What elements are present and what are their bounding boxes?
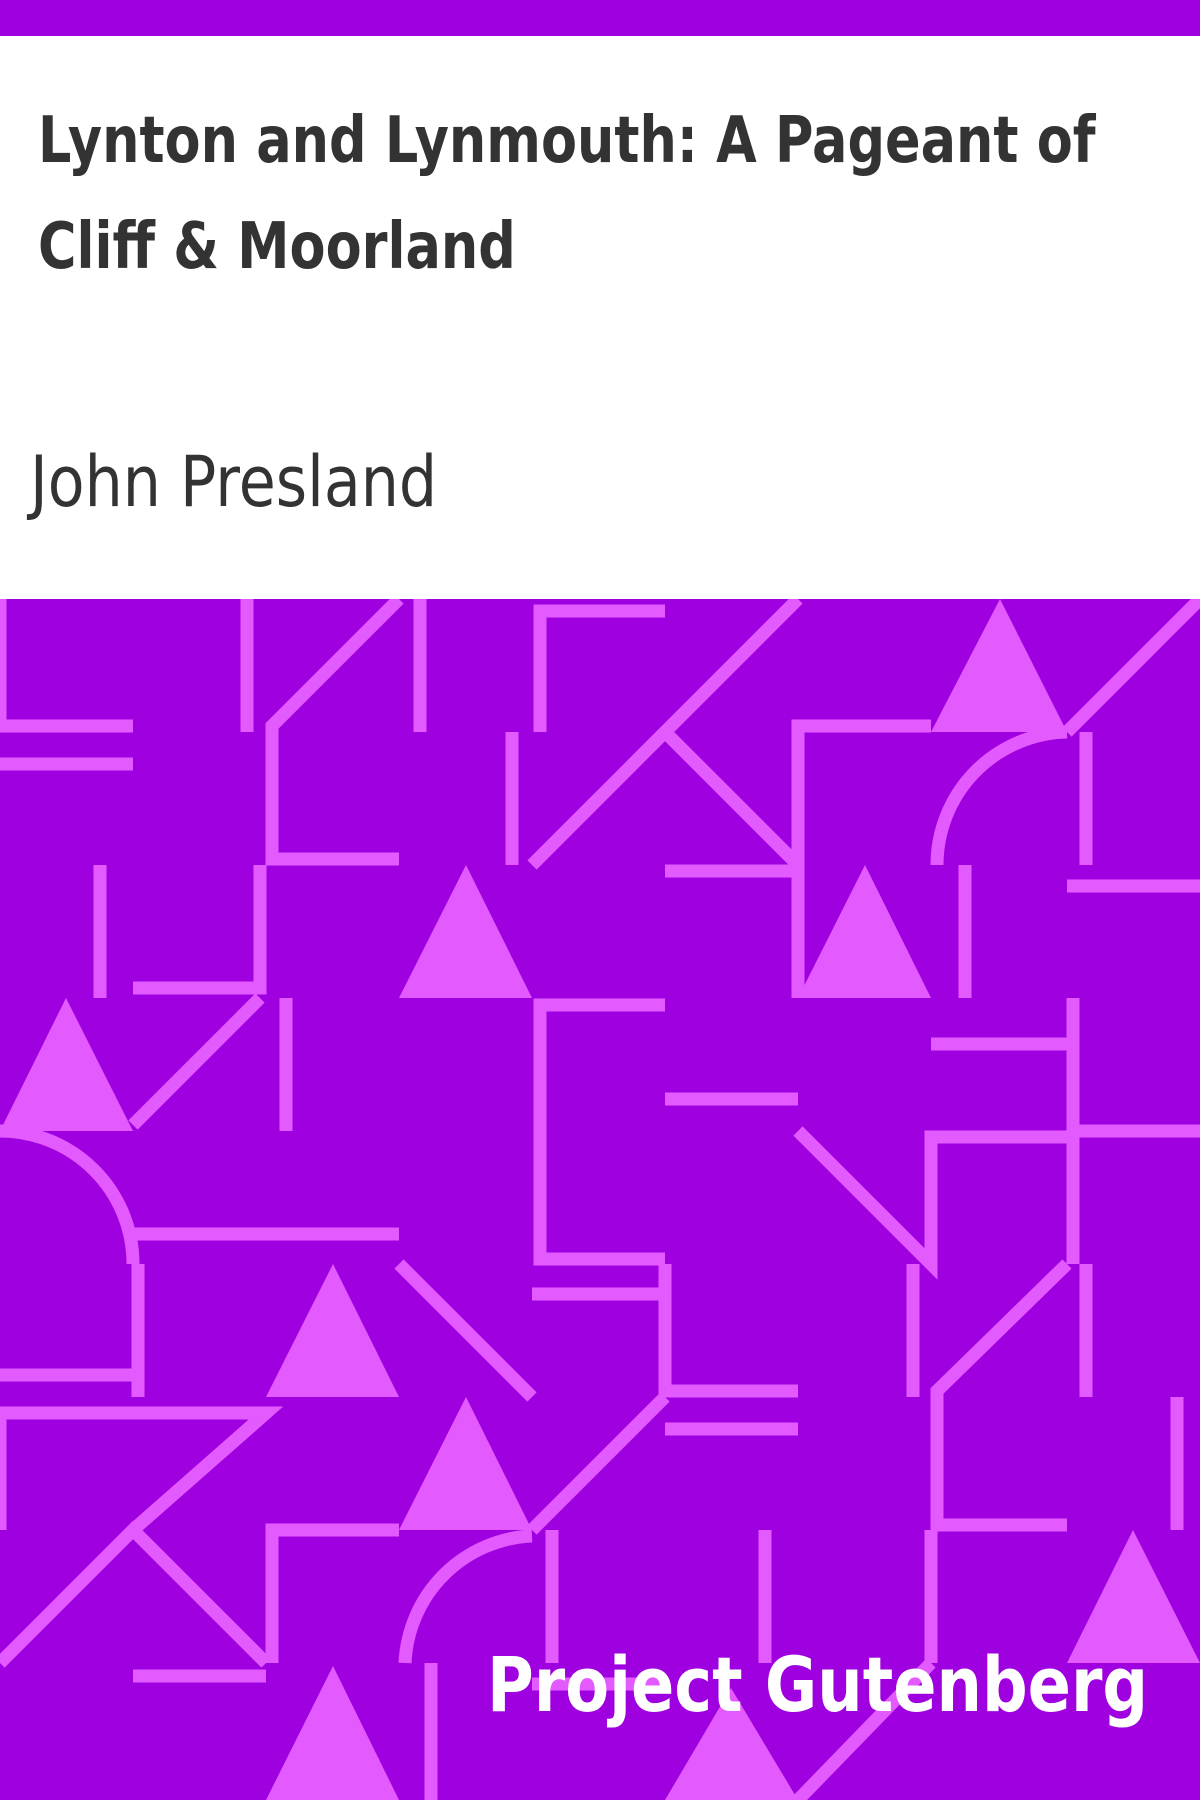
book-cover: Lynton and Lynmouth: A Pageant of Cliff … — [0, 0, 1200, 1800]
publisher-name: Project Gutenberg — [486, 1640, 1148, 1729]
book-title: Lynton and Lynmouth: A Pageant of Cliff … — [38, 104, 1096, 284]
geometric-pattern-artwork — [0, 599, 1200, 1800]
top-color-band — [0, 0, 1200, 36]
book-author: John Presland — [30, 441, 438, 523]
